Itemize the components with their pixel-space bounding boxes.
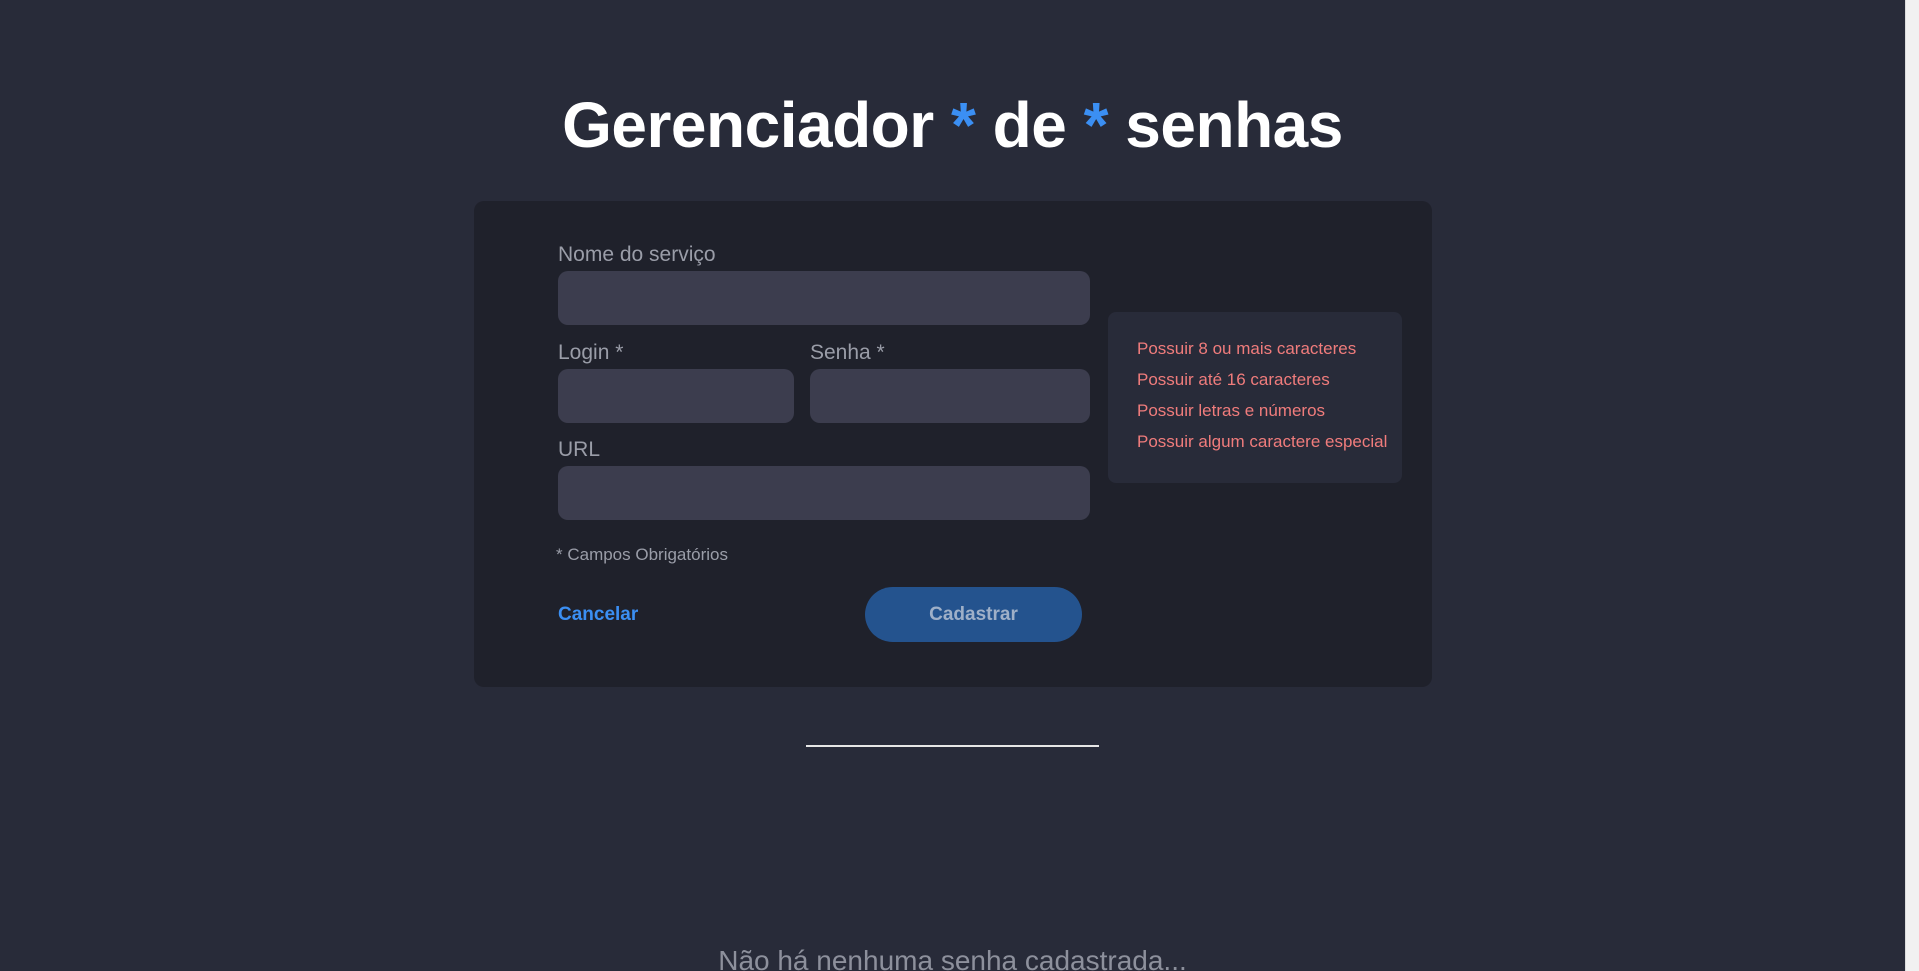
cancel-button[interactable]: Cancelar — [558, 604, 638, 626]
register-button[interactable]: Cadastrar — [865, 587, 1082, 642]
service-name-label: Nome do serviço — [558, 243, 716, 266]
password-label: Senha * — [810, 341, 885, 364]
password-rule-letters-numbers: Possuir letras e números — [1137, 401, 1326, 420]
section-divider — [806, 745, 1099, 747]
empty-passwords-message: Não há nenhuma senha cadastrada... — [718, 945, 1187, 971]
required-fields-note: * Campos Obrigatórios — [556, 545, 728, 564]
title-word-senhas: senhas — [1125, 89, 1343, 161]
password-rule-min-length: Possuir 8 ou mais caracteres — [1137, 339, 1357, 358]
title-star-2: * — [1083, 89, 1109, 161]
password-rule-special-char: Possuir algum caractere especial — [1137, 432, 1388, 451]
login-input[interactable] — [558, 369, 794, 423]
page-scrollbar[interactable] — [1905, 0, 1919, 971]
page-title: Gerenciador * de * senhas — [0, 88, 1905, 162]
service-name-input[interactable] — [558, 271, 1090, 325]
password-input[interactable] — [810, 369, 1090, 423]
title-word-de: de — [992, 89, 1067, 161]
password-form: Nome do serviço Login * Senha * URL * Ca… — [474, 201, 1432, 687]
password-rule-max-length: Possuir até 16 caracteres — [1137, 370, 1330, 389]
url-label: URL — [558, 438, 601, 461]
title-star-1: * — [950, 89, 976, 161]
login-label: Login * — [558, 341, 624, 364]
url-input[interactable] — [558, 466, 1090, 520]
page: Gerenciador * de * senhas Nome do serviç… — [0, 0, 1905, 971]
password-rules-panel: Possuir 8 ou mais caracteres Possuir até… — [1108, 312, 1402, 483]
title-word-gerenciador: Gerenciador — [562, 89, 934, 161]
